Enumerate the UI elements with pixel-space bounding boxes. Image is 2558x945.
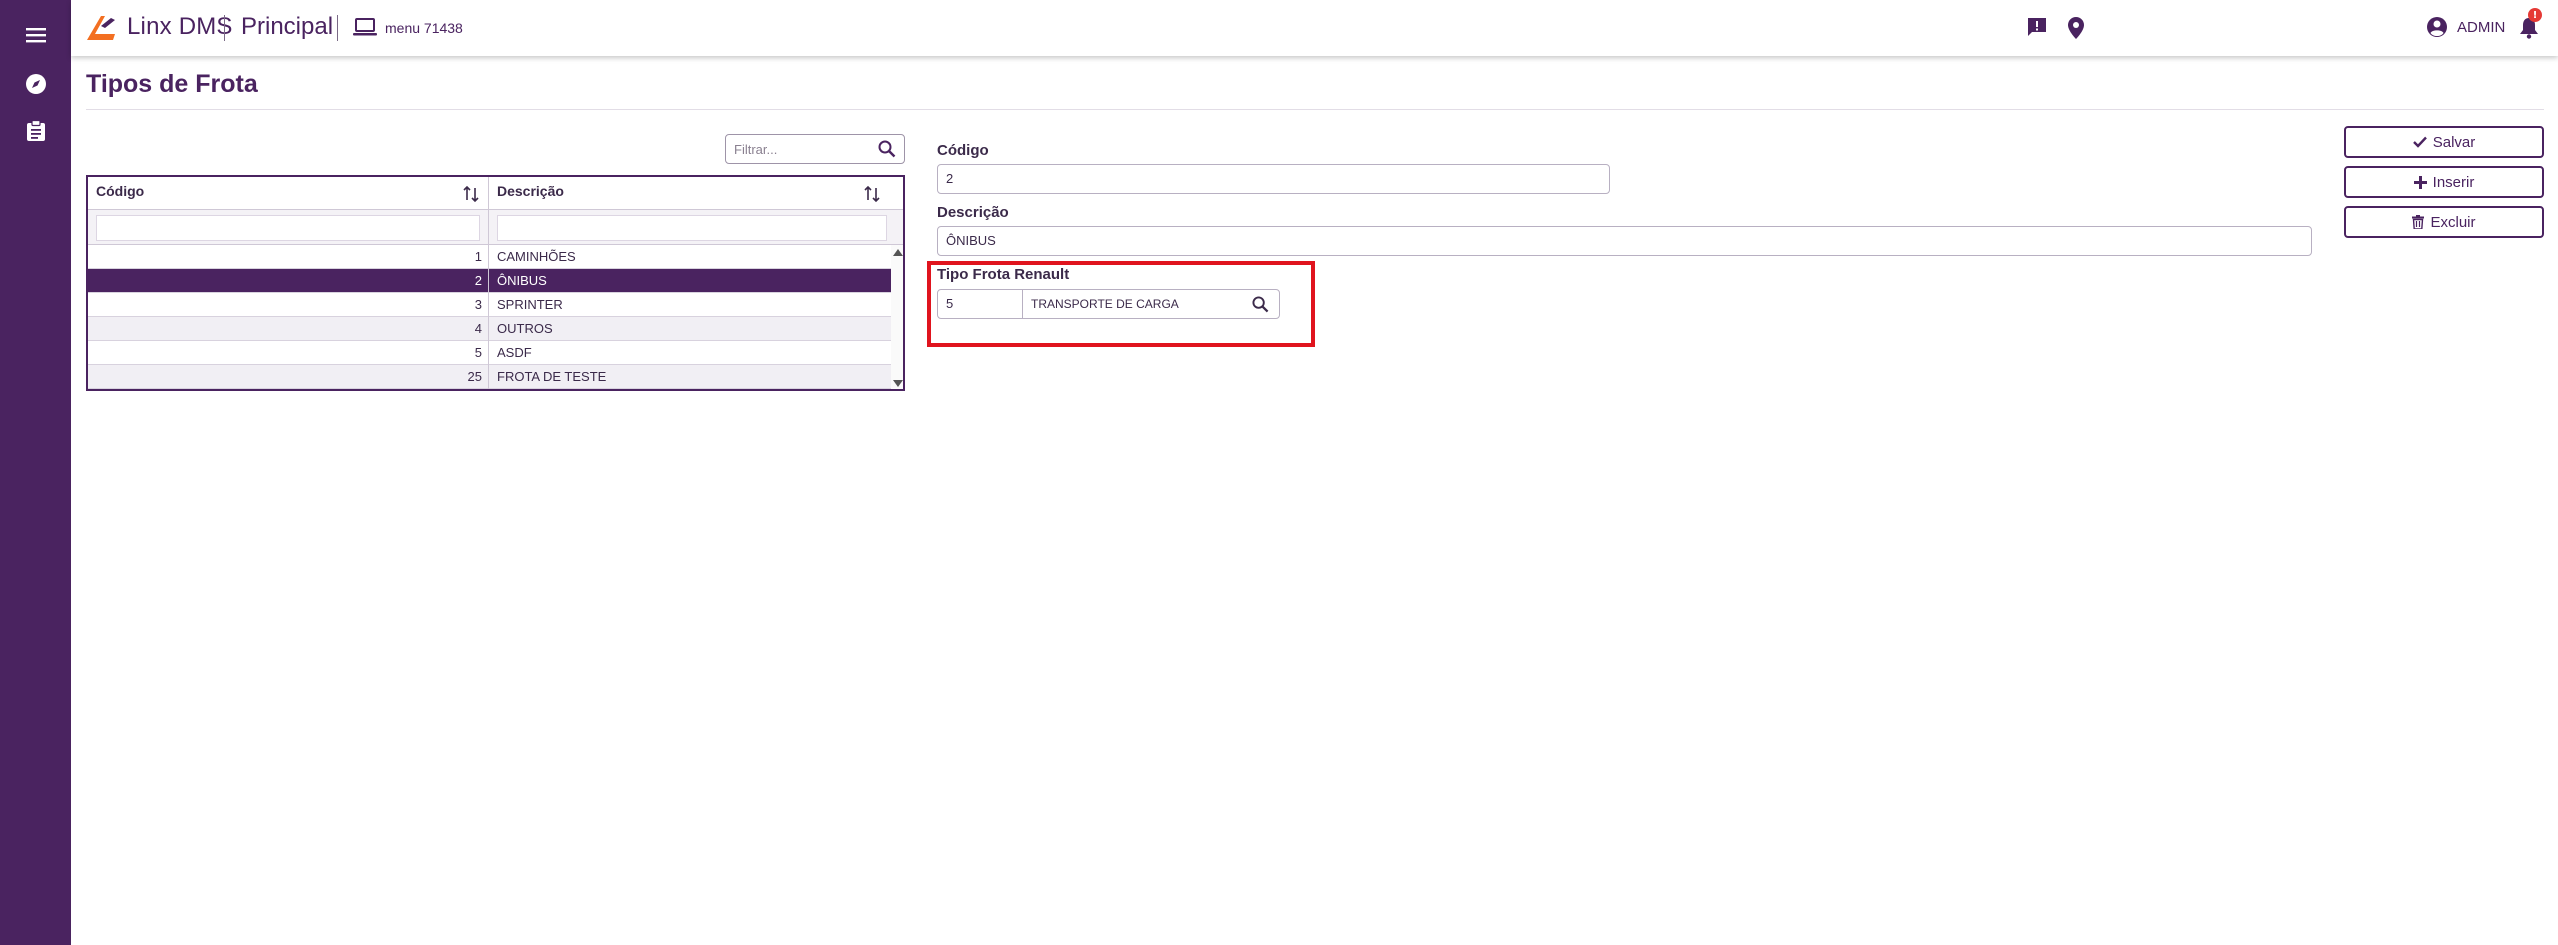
check-icon <box>2412 136 2427 148</box>
module-name: Principal <box>241 13 334 40</box>
insert-button[interactable]: Inserir <box>2344 166 2544 198</box>
sidebar <box>0 0 71 945</box>
sort-icon[interactable] <box>462 185 480 203</box>
cell-codigo: 4 <box>474 321 482 336</box>
cell-codigo: 1 <box>474 249 482 264</box>
fleet-types-grid: Código Descrição 1 CAMINHÕES 2 ÔNIBUS 3 SPRIN… <box>86 175 905 391</box>
column-filter-descricao[interactable] <box>497 215 887 241</box>
column-filter-codigo[interactable] <box>96 215 480 241</box>
column-header-label: Código <box>96 183 145 199</box>
table-row[interactable]: 3 SPRINTER <box>88 293 891 317</box>
cell-descricao: ASDF <box>497 345 532 360</box>
delete-button-label: Excluir <box>2430 213 2476 231</box>
menu-button[interactable] <box>0 15 71 55</box>
table-row[interactable]: 5 ASDF <box>88 341 891 365</box>
laptop-icon <box>353 18 377 36</box>
grid-scrollbar[interactable] <box>891 245 903 389</box>
grid-header: Código Descrição <box>88 177 903 209</box>
search-icon[interactable] <box>878 140 896 158</box>
cell-descricao: SPRINTER <box>497 297 563 312</box>
location-icon[interactable] <box>2067 16 2085 40</box>
message-icon[interactable] <box>2026 16 2048 38</box>
linx-logo-icon <box>87 16 115 40</box>
notification-badge: ! <box>2528 8 2542 22</box>
menu-code: menu 71438 <box>385 20 463 36</box>
navigate-button[interactable] <box>0 64 71 104</box>
menu-icon <box>25 28 46 43</box>
save-button[interactable]: Salvar <box>2344 126 2544 158</box>
cell-codigo: 5 <box>474 345 482 360</box>
codigo-label: Código <box>937 142 989 159</box>
cell-descricao: FROTA DE TESTE <box>497 369 607 384</box>
top-bar: Linx DMS Principal menu 71438 ADMIN ! <box>71 0 2558 56</box>
codigo-field[interactable]: 2 <box>937 164 1610 194</box>
table-row[interactable]: 4 OUTROS <box>88 317 891 341</box>
compass-icon <box>25 74 46 94</box>
table-row[interactable]: 1 CAMINHÕES <box>88 245 891 269</box>
sort-icon[interactable] <box>863 185 881 203</box>
insert-button-label: Inserir <box>2432 173 2475 191</box>
module-separator <box>337 15 338 41</box>
cell-descricao: OUTROS <box>497 321 553 336</box>
delete-button[interactable]: Excluir <box>2344 206 2544 238</box>
trash-icon <box>2412 215 2425 229</box>
column-header-descricao[interactable]: Descrição <box>489 177 903 209</box>
clipboard-icon <box>26 120 45 141</box>
filter-box <box>725 134 905 164</box>
cell-codigo: 2 <box>474 273 482 288</box>
save-button-label: Salvar <box>2432 133 2476 151</box>
tasks-button[interactable] <box>0 111 71 151</box>
cell-descricao: ÔNIBUS <box>497 273 547 288</box>
cell-codigo: 25 <box>467 369 482 384</box>
grid-filter-row <box>88 209 903 245</box>
highlight-box <box>927 261 1315 347</box>
column-header-codigo[interactable]: Código <box>88 177 488 209</box>
column-header-label: Descrição <box>497 183 564 199</box>
account-icon[interactable] <box>2426 16 2448 38</box>
table-row[interactable]: 25 FROTA DE TESTE <box>88 365 891 389</box>
user-name[interactable]: ADMIN <box>2457 19 2505 36</box>
filter-input[interactable] <box>734 140 864 158</box>
cell-codigo: 3 <box>474 297 482 312</box>
column-divider <box>488 177 489 389</box>
brand-separator <box>224 15 225 41</box>
title-divider <box>86 109 2544 110</box>
descricao-field[interactable]: ÔNIBUS <box>937 226 2312 256</box>
table-row[interactable]: 2 ÔNIBUS <box>88 269 891 293</box>
page-title: Tipos de Frota <box>86 70 258 98</box>
descricao-label: Descrição <box>937 204 1009 221</box>
scroll-down-arrow-icon[interactable] <box>893 380 903 387</box>
scroll-up-arrow-icon[interactable] <box>893 249 903 256</box>
cell-descricao: CAMINHÕES <box>497 249 576 264</box>
plus-icon <box>2413 175 2427 189</box>
brand-name: Linx DMS <box>127 13 233 40</box>
